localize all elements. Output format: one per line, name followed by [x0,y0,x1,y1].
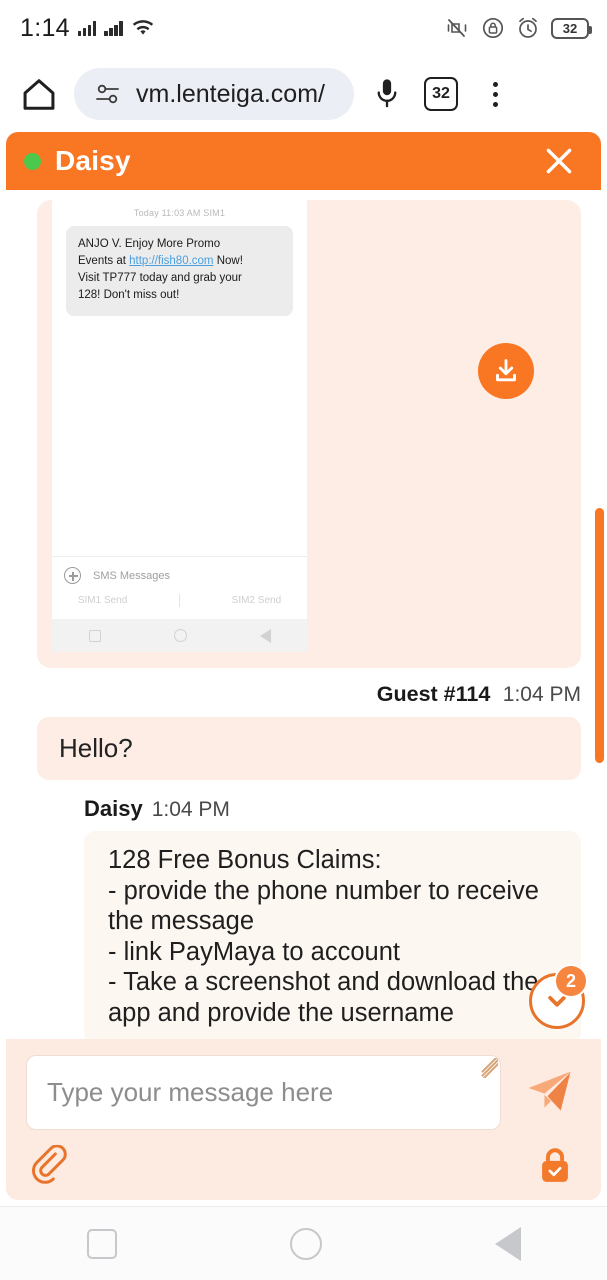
recents-square-icon[interactable] [86,1228,117,1259]
chat-message-list[interactable]: Today 11:03 AM SIM1 ANJO V. Enjoy More P… [0,190,607,1039]
agent-message-meta: Daisy 1:04 PM [84,796,581,822]
sim2-send-button: SIM2 Send [231,595,282,606]
sim-divider [178,594,180,607]
sim1-send-button: SIM1 Send [77,595,128,606]
guest-message-meta: Guest #114 1:04 PM [0,668,607,707]
url-bar[interactable]: vm.lenteiga.com/ [74,68,354,120]
sms-line-1: ANJO V. Enjoy More Promo [78,238,221,250]
sms-compose-row: SMS Messages [52,556,307,584]
status-bar-left: 1:14 [20,14,155,43]
scroll-to-bottom-button[interactable]: 2 [529,964,588,1029]
url-text: vm.lenteiga.com/ [136,79,325,108]
sms-android-nav [52,619,307,652]
composer-top-row [26,1055,581,1130]
online-status-dot [24,152,41,170]
agent-message-bubble[interactable]: 128 Free Bonus Claims: - provide the pho… [84,831,581,1039]
unread-count-badge: 2 [554,964,588,998]
agent-message: Daisy 1:04 PM 128 Free Bonus Claims: - p… [0,780,607,1039]
tab-switcher-button[interactable]: 32 [414,68,468,120]
sms-sim-buttons: SIM1 Send SIM2 Send [52,584,307,619]
sms-line-3: Visit TP777 today and grab your [78,272,242,285]
agent-message-column: Daisy 1:04 PM 128 Free Bonus Claims: - p… [84,796,581,1039]
back-triangle-icon [259,628,271,643]
screenshot-thumbnails [252,298,297,391]
signal-bars-sim1-icon [77,20,97,36]
status-bar-right: 32 [444,16,592,40]
chat-widget: Daisy Today 11:03 AM SIM1 ANJO V. Enjoy … [0,132,607,1206]
search-input message-input[interactable] [47,1077,480,1108]
signal-bars-sim2-icon [104,20,123,36]
status-time: 1:14 [20,13,70,42]
battery-icon: 32 [551,17,592,39]
image-message[interactable]: Today 11:03 AM SIM1 ANJO V. Enjoy More P… [37,200,581,668]
sms-line-2-pre: Events at [78,255,130,268]
microphone-icon[interactable] [360,68,414,120]
message-composer [6,1039,601,1200]
agent-message-time: 1:04 PM [151,798,230,821]
guest-sender-name: Guest #114 [376,682,491,706]
chat-scrollbar[interactable] [595,508,604,763]
sms-screenshot: Today 11:03 AM SIM1 ANJO V. Enjoy More P… [52,200,307,652]
battery-level: 32 [562,20,578,36]
android-navigation-bar [0,1206,607,1280]
sms-compose-placeholder: SMS Messages [93,569,171,582]
wifi-icon [132,20,153,35]
phone-screen: 1:14 32 vm.lenteiga.com/ 32 Daisy Today … [0,0,607,1280]
recents-square-icon [88,629,101,642]
browser-toolbar: vm.lenteiga.com/ 32 [0,56,607,132]
sms-line-2-post: Now! [213,255,243,268]
alarm-icon [519,17,537,38]
close-icon[interactable] [539,141,579,181]
plus-circle-icon [64,567,81,584]
send-paper-plane-icon[interactable] [517,1055,581,1127]
screen-lock-icon [482,17,504,39]
status-bar: 1:14 32 [0,0,607,56]
agent-name: Daisy [55,145,131,176]
lock-icon[interactable] [531,1142,579,1190]
sms-timestamp: Today 11:03 AM SIM1 [133,208,226,218]
guest-message-bubble[interactable]: Hello? [37,717,581,780]
paperclip-icon[interactable] [28,1142,76,1190]
overflow-menu-icon[interactable] [468,68,522,120]
message-input-wrapper[interactable] [26,1055,501,1130]
tune-icon [96,84,119,104]
back-triangle-icon[interactable] [494,1226,521,1261]
image-attachment[interactable]: Today 11:03 AM SIM1 ANJO V. Enjoy More P… [37,200,581,668]
avatar [8,812,70,874]
resize-grip-icon[interactable] [478,1058,498,1078]
chat-header: Daisy [6,132,601,190]
sms-promo-link[interactable]: http://fish80.com [129,255,213,267]
download-icon[interactable] [478,343,534,399]
sms-line-4: 128! Don't miss out! [78,289,180,302]
vibrate-mute-icon [447,19,467,37]
home-circle-icon[interactable] [289,1227,322,1260]
thumbnail-room [252,298,297,343]
composer-bottom-row [26,1130,581,1190]
guest-message-time: 1:04 PM [502,683,581,706]
home-circle-icon [173,629,187,642]
thumbnail-portrait [252,346,297,391]
agent-sender-name: Daisy [84,796,143,821]
tab-count: 32 [424,77,458,111]
home-icon[interactable] [14,70,64,118]
